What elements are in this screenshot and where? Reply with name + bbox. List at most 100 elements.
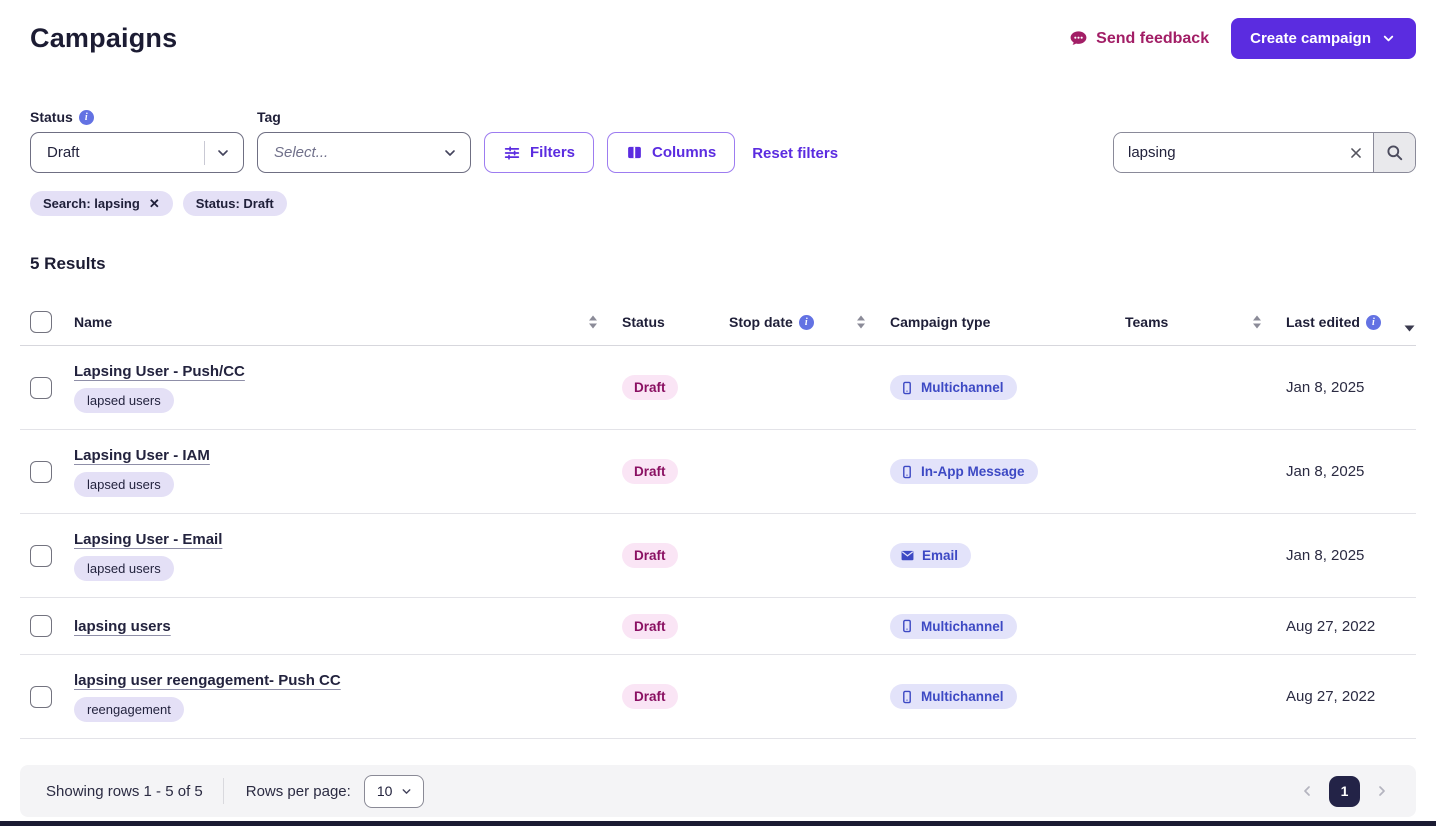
search-filter-chip: Search: lapsing ✕: [30, 191, 173, 216]
remove-search-filter-icon[interactable]: ✕: [149, 197, 160, 210]
select-divider: [204, 141, 205, 165]
search-input[interactable]: [1114, 133, 1339, 172]
status-field-label: Status i: [30, 109, 244, 125]
table-row: Lapsing User - Push/CC lapsed users Draf…: [20, 346, 1416, 430]
previous-page-icon[interactable]: [1299, 783, 1315, 799]
campaign-tag-pill: lapsed users: [74, 556, 174, 581]
showing-rows-text: Showing rows 1 - 5 of 5: [46, 783, 203, 800]
campaign-type-badge: In-App Message: [890, 459, 1038, 484]
create-campaign-button[interactable]: Create campaign: [1231, 18, 1416, 59]
results-count-heading: 5 Results: [30, 254, 1416, 274]
active-filter-chips: Search: lapsing ✕ Status: Draft: [30, 191, 1416, 216]
campaign-name-link[interactable]: lapsing users: [74, 618, 171, 635]
mobile-icon: [900, 619, 914, 633]
campaign-name-link[interactable]: Lapsing User - IAM: [74, 447, 210, 464]
status-badge: Draft: [622, 684, 678, 709]
column-header-status[interactable]: Status: [622, 314, 729, 330]
campaign-name-link[interactable]: Lapsing User - Email: [74, 531, 222, 548]
column-header-last-edited[interactable]: Last edited i: [1286, 314, 1402, 330]
campaign-type-badge: Email: [890, 543, 971, 568]
rows-per-page-value: 10: [377, 783, 393, 799]
sort-descending-icon[interactable]: [1404, 319, 1415, 326]
campaign-tag-pill: lapsed users: [74, 472, 174, 497]
columns-button[interactable]: Columns: [607, 132, 735, 173]
send-feedback-link[interactable]: Send feedback: [1069, 29, 1209, 48]
status-badge: Draft: [622, 614, 678, 639]
teams-column-label: Teams: [1125, 314, 1168, 330]
campaign-type-label: Multichannel: [921, 689, 1004, 704]
tag-label-text: Tag: [257, 109, 281, 125]
search-group: [1113, 132, 1416, 173]
campaign-type-column-label: Campaign type: [890, 314, 990, 330]
row-checkbox[interactable]: [30, 545, 52, 567]
status-field: Status i Draft: [30, 109, 244, 173]
send-feedback-label: Send feedback: [1096, 30, 1209, 48]
chevron-down-icon: [1381, 31, 1397, 47]
table-row: Lapsing User - IAM lapsed users Draft In…: [20, 430, 1416, 514]
row-checkbox[interactable]: [30, 461, 52, 483]
campaign-type-label: Multichannel: [921, 380, 1004, 395]
column-header-name[interactable]: Name: [74, 314, 622, 330]
sort-icon[interactable]: [1252, 315, 1262, 329]
last-edited-cell: Jan 8, 2025: [1286, 379, 1402, 396]
column-header-campaign-type[interactable]: Campaign type: [890, 314, 1125, 330]
search-clear-button[interactable]: [1339, 133, 1373, 172]
mobile-icon: [900, 381, 914, 395]
last-edited-info-icon[interactable]: i: [1366, 315, 1381, 330]
campaign-name-link[interactable]: lapsing user reengagement- Push CC: [74, 672, 341, 689]
filters-button[interactable]: Filters: [484, 132, 594, 173]
header-checkbox-cell: [20, 311, 74, 333]
chevron-down-icon: [400, 785, 413, 798]
campaign-tag-pill: lapsed users: [74, 388, 174, 413]
status-column-label: Status: [622, 314, 665, 330]
row-checkbox[interactable]: [30, 615, 52, 637]
status-chip-label: Status: Draft: [196, 196, 274, 211]
sort-icon[interactable]: [588, 315, 598, 329]
status-badge: Draft: [622, 375, 678, 400]
filter-area: Status i Draft Tag Select...: [20, 109, 1416, 173]
table-row: lapsing users Draft Multichannel Aug 27,…: [20, 598, 1416, 655]
sort-icon[interactable]: [856, 315, 866, 329]
table-footer: Showing rows 1 - 5 of 5 Rows per page: 1…: [20, 765, 1416, 817]
mobile-icon: [900, 465, 914, 479]
search-chip-label: Search: lapsing: [43, 196, 140, 211]
chat-bubble-icon: [1069, 29, 1088, 48]
filters-button-label: Filters: [530, 144, 575, 161]
campaign-tag-pill: reengagement: [74, 697, 184, 722]
campaign-type-label: Multichannel: [921, 619, 1004, 634]
chevron-down-icon: [215, 145, 231, 161]
campaign-type-badge: Multichannel: [890, 375, 1017, 400]
create-campaign-label: Create campaign: [1250, 30, 1371, 47]
search-button[interactable]: [1373, 133, 1415, 172]
name-column-label: Name: [74, 314, 112, 330]
reset-filters-link[interactable]: Reset filters: [752, 145, 838, 162]
rows-per-page-select[interactable]: 10: [364, 775, 425, 808]
chevron-down-icon: [442, 145, 458, 161]
search-icon: [1385, 143, 1404, 162]
status-info-icon[interactable]: i: [79, 110, 94, 125]
bottom-window-edge: [0, 821, 1436, 826]
column-header-stop-date[interactable]: Stop date i: [729, 314, 890, 330]
status-badge: Draft: [622, 543, 678, 568]
row-checkbox[interactable]: [30, 377, 52, 399]
table-row: lapsing user reengagement- Push CC reeng…: [20, 655, 1416, 739]
campaign-type-label: In-App Message: [921, 464, 1025, 479]
column-header-teams[interactable]: Teams: [1125, 314, 1286, 330]
tag-select[interactable]: Select...: [257, 132, 471, 173]
last-edited-cell: Aug 27, 2022: [1286, 618, 1402, 635]
campaign-name-link[interactable]: Lapsing User - Push/CC: [74, 363, 245, 380]
page-number-button[interactable]: 1: [1329, 776, 1360, 807]
status-label-text: Status: [30, 109, 73, 125]
campaign-type-badge: Multichannel: [890, 684, 1017, 709]
status-select[interactable]: Draft: [30, 132, 244, 173]
row-checkbox[interactable]: [30, 686, 52, 708]
select-all-checkbox[interactable]: [30, 311, 52, 333]
top-bar: Campaigns Send feedback Create campaign: [20, 0, 1416, 59]
footer-divider: [223, 778, 224, 804]
columns-button-label: Columns: [652, 144, 716, 161]
sort-direction-cell: [1402, 319, 1416, 326]
sliders-icon: [503, 144, 521, 162]
stop-date-info-icon[interactable]: i: [799, 315, 814, 330]
pagination: 1: [1299, 776, 1390, 807]
next-page-icon[interactable]: [1374, 783, 1390, 799]
